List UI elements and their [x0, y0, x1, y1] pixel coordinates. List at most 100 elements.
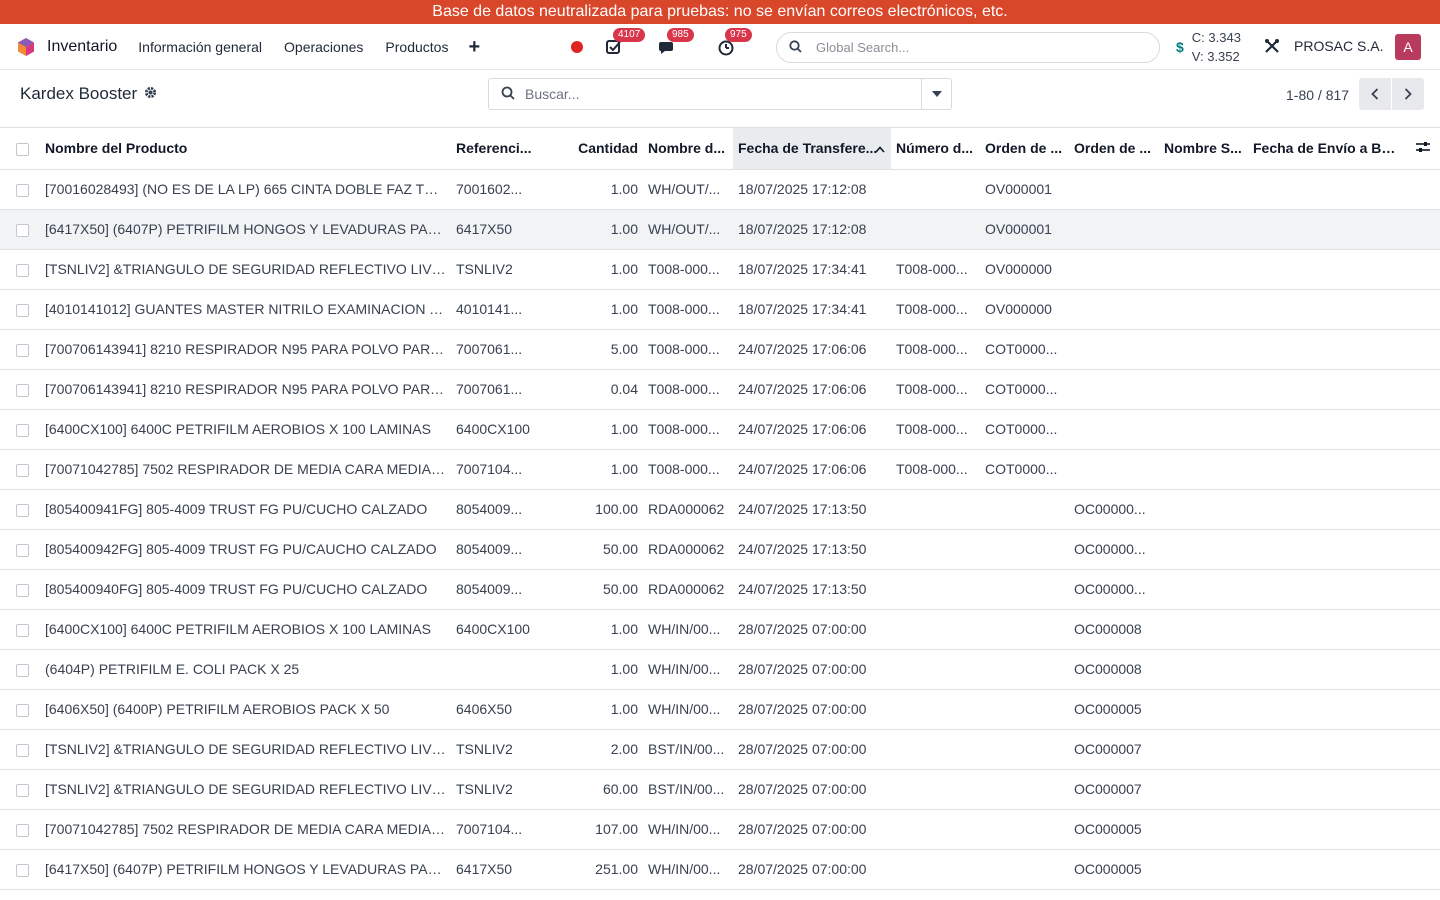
row-checkbox[interactable] [0, 449, 40, 490]
table-cell [980, 609, 1069, 650]
menu-informacion-general[interactable]: Información general [127, 24, 273, 70]
inventory-app-icon[interactable] [16, 37, 36, 57]
table-cell: COT0000... [980, 409, 1069, 450]
search-bar[interactable] [488, 78, 952, 110]
table-cell: [70071042785] 7502 RESPIRADOR DE MEDIA C… [40, 449, 451, 490]
column-header[interactable]: Nombre d... [643, 128, 733, 170]
table-cell: 100.00 [557, 489, 643, 530]
table-cell: T008-000... [643, 369, 733, 410]
row-checkbox[interactable] [0, 409, 40, 450]
table-row[interactable]: [TSNLIV2] &TRIANGULO DE SEGURIDAD REFLEC… [0, 249, 1440, 290]
row-checkbox[interactable] [0, 529, 40, 570]
row-checkbox[interactable] [0, 729, 40, 770]
search-options-toggle[interactable] [921, 79, 951, 109]
app-name[interactable]: Inventario [47, 38, 117, 56]
table-cell: WH/IN/00... [643, 689, 733, 730]
row-checkbox[interactable] [0, 689, 40, 730]
table-cell: RDA000062 [643, 529, 733, 570]
table-cell [1069, 329, 1159, 370]
row-checkbox[interactable] [0, 329, 40, 370]
table-row[interactable]: [805400941FG] 805-4009 TRUST FG PU/CUCHO… [0, 489, 1440, 530]
row-checkbox[interactable] [0, 569, 40, 610]
table-header-row: Nombre del Producto Referenci... Cantida… [0, 128, 1440, 170]
row-checkbox[interactable] [0, 809, 40, 850]
search-input[interactable] [525, 86, 915, 102]
table-row[interactable]: [TSNLIV2] &TRIANGULO DE SEGURIDAD REFLEC… [0, 729, 1440, 770]
table-cell [891, 729, 980, 770]
table-cell: 1.00 [557, 209, 643, 250]
column-header[interactable]: Orden de ... [1069, 128, 1159, 170]
recording-dot-icon[interactable] [571, 41, 583, 53]
table-row[interactable]: [6400CX100] 6400C PETRIFILM AEROBIOS X 1… [0, 609, 1440, 650]
table-cell: WH/OUT/... [643, 169, 733, 210]
table-cell: OV000000 [980, 249, 1069, 290]
table-row[interactable]: [6417X50] (6407P) PETRIFILM HONGOS Y LEV… [0, 849, 1440, 890]
select-all-checkbox[interactable] [0, 128, 40, 170]
row-checkbox[interactable] [0, 369, 40, 410]
table-row[interactable]: [700706143941] 8210 RESPIRADOR N95 PARA … [0, 369, 1440, 410]
table-cell: (6404P) PETRIFILM E. COLI PACK X 25 [40, 649, 451, 690]
pager-previous-button[interactable] [1359, 78, 1391, 110]
table-cell: [805400942FG] 805-4009 TRUST FG PU/CAUCH… [40, 529, 451, 570]
table-cell: [TSNLIV2] &TRIANGULO DE SEGURIDAD REFLEC… [40, 249, 451, 290]
messages-chat-icon[interactable]: 985 [659, 28, 694, 56]
table-row[interactable]: [700706143941] 8210 RESPIRADOR N95 PARA … [0, 329, 1440, 370]
timer-clock-icon[interactable]: 975 [717, 28, 752, 56]
table-cell: 6400CX100 [451, 609, 557, 650]
pager-next-button[interactable] [1392, 78, 1424, 110]
row-checkbox[interactable] [0, 649, 40, 690]
row-checkbox[interactable] [0, 769, 40, 810]
buy-rate: C: 3.343 [1191, 30, 1241, 45]
table-row[interactable]: [6400CX100] 6400C PETRIFILM AEROBIOS X 1… [0, 409, 1440, 450]
row-checkbox[interactable] [0, 169, 40, 210]
column-header[interactable]: Orden de ... [980, 128, 1069, 170]
row-checkbox[interactable] [0, 209, 40, 250]
row-checkbox[interactable] [0, 849, 40, 890]
table-row[interactable]: [805400940FG] 805-4009 TRUST FG PU/CUCHO… [0, 569, 1440, 610]
table-cell: [6400CX100] 6400C PETRIFILM AEROBIOS X 1… [40, 409, 451, 450]
table-cell [1248, 489, 1405, 530]
optional-columns-toggle[interactable] [1405, 128, 1440, 170]
quick-create-plus-icon[interactable]: + [459, 24, 489, 70]
activities-checkbox-icon[interactable]: 4107 [605, 28, 646, 56]
column-header-sorted[interactable]: Fecha de Transfere... [733, 128, 891, 170]
neutralized-db-banner: Base de datos neutralizada para pruebas:… [0, 0, 1440, 24]
menu-productos[interactable]: Productos [374, 24, 459, 70]
table-row[interactable]: (6404P) PETRIFILM E. COLI PACK X 25 1.00 W… [0, 649, 1440, 690]
currency-rates[interactable]: $ C: 3.343 V: 3.352 [1176, 28, 1241, 66]
table-cell: 18/07/2025 17:34:41 [733, 289, 891, 330]
column-header[interactable]: Cantidad [557, 128, 643, 170]
table-row[interactable]: [805400942FG] 805-4009 TRUST FG PU/CAUCH… [0, 529, 1440, 570]
row-spacer [1405, 449, 1440, 490]
column-header[interactable]: Número d... [891, 128, 980, 170]
table-row[interactable]: [6417X50] (6407P) PETRIFILM HONGOS Y LEV… [0, 209, 1440, 250]
global-search-box[interactable] [776, 32, 1160, 63]
menu-operaciones[interactable]: Operaciones [273, 24, 374, 70]
column-header[interactable]: Referenci... [451, 128, 557, 170]
table-cell [1159, 729, 1248, 770]
table-row[interactable]: [70016028493] (NO ES DE LA LP) 665 CINTA… [0, 169, 1440, 210]
table-cell: 18/07/2025 17:12:08 [733, 169, 891, 210]
table-cell: 251.00 [557, 849, 643, 890]
global-search-input[interactable] [816, 40, 1136, 55]
table-row[interactable]: [70071042785] 7502 RESPIRADOR DE MEDIA C… [0, 809, 1440, 850]
table-cell: [700706143941] 8210 RESPIRADOR N95 PARA … [40, 329, 451, 370]
table-row[interactable]: [4010141012] GUANTES MASTER NITRILO EXAM… [0, 289, 1440, 330]
row-checkbox[interactable] [0, 489, 40, 530]
gear-icon[interactable] [144, 84, 157, 104]
user-avatar[interactable]: A [1395, 34, 1421, 60]
table-row[interactable]: [TSNLIV2] &TRIANGULO DE SEGURIDAD REFLEC… [0, 769, 1440, 810]
table-row[interactable]: [6406X50] (6400P) PETRIFILM AEROBIOS PAC… [0, 689, 1440, 730]
row-spacer [1405, 529, 1440, 570]
row-checkbox[interactable] [0, 289, 40, 330]
pager-value[interactable]: 1-80 / 817 [1286, 87, 1349, 103]
column-header[interactable]: Fecha de Envío a Bo... [1248, 128, 1405, 170]
column-header[interactable]: Nombre del Producto [40, 128, 451, 170]
column-header[interactable]: Nombre S... [1159, 128, 1248, 170]
row-checkbox[interactable] [0, 249, 40, 290]
table-cell [891, 529, 980, 570]
debug-tools-icon[interactable] [1264, 38, 1280, 57]
row-checkbox[interactable] [0, 609, 40, 650]
table-row[interactable]: [70071042785] 7502 RESPIRADOR DE MEDIA C… [0, 449, 1440, 490]
company-switcher[interactable]: PROSAC S.A. [1294, 38, 1383, 54]
